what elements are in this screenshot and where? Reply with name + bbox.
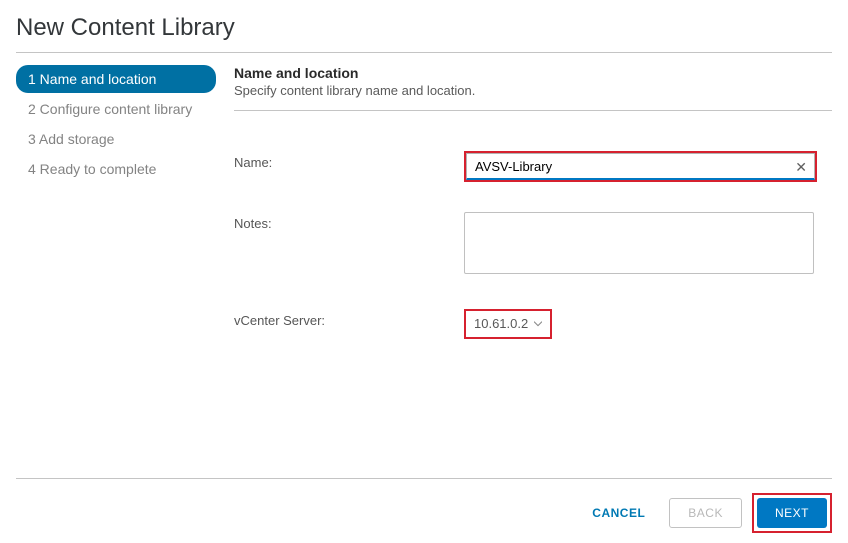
chevron-down-icon (534, 320, 542, 328)
cancel-button[interactable]: CANCEL (578, 498, 659, 528)
name-label: Name: (234, 151, 464, 170)
content-panel: Name and location Specify content librar… (234, 65, 832, 478)
dialog-title: New Content Library (16, 10, 832, 53)
notes-control (464, 212, 832, 279)
notes-label: Notes: (234, 212, 464, 231)
vcenter-control: 10.61.0.2 (464, 309, 832, 339)
notes-row: Notes: (234, 212, 832, 279)
dialog-footer: CANCEL BACK NEXT (16, 478, 832, 533)
name-input-highlight: ✕ (464, 151, 817, 182)
sidebar-item-name-location[interactable]: 1 Name and location (16, 65, 216, 93)
vcenter-row: vCenter Server: 10.61.0.2 (234, 309, 832, 339)
next-button[interactable]: NEXT (757, 498, 827, 528)
name-control: ✕ (464, 151, 832, 182)
sidebar-item-storage[interactable]: 3 Add storage (16, 125, 216, 153)
content-heading: Name and location (234, 65, 832, 81)
vcenter-select[interactable]: 10.61.0.2 (474, 316, 542, 331)
vcenter-value: 10.61.0.2 (474, 316, 528, 331)
new-content-library-dialog: New Content Library 1 Name and location … (0, 0, 848, 543)
next-highlight: NEXT (752, 493, 832, 533)
wizard-sidebar: 1 Name and location 2 Configure content … (16, 65, 216, 478)
vcenter-label: vCenter Server: (234, 309, 464, 328)
main-area: 1 Name and location 2 Configure content … (16, 65, 832, 478)
name-input[interactable] (466, 153, 815, 180)
back-button: BACK (669, 498, 742, 528)
clear-icon[interactable]: ✕ (795, 160, 807, 174)
vcenter-highlight: 10.61.0.2 (464, 309, 552, 339)
notes-textarea[interactable] (464, 212, 814, 274)
content-subtitle: Specify content library name and locatio… (234, 83, 832, 111)
sidebar-item-configure[interactable]: 2 Configure content library (16, 95, 216, 123)
sidebar-item-ready[interactable]: 4 Ready to complete (16, 155, 216, 183)
name-row: Name: ✕ (234, 151, 832, 182)
